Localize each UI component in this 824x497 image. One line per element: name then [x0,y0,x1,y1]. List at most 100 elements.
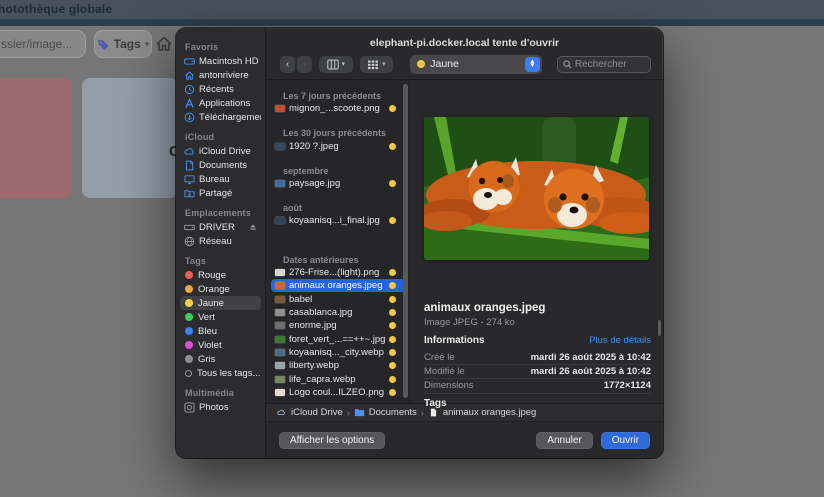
sidebar-section-multimedia: Multimédia Photos [176,388,265,414]
search-icon [563,60,572,69]
file-thumbnail [275,322,285,329]
file-row-babel[interactable]: babel [271,292,406,305]
select-stepper-icon: ▲▼ [525,57,540,72]
path-segment-label: Documents [369,407,417,418]
file-name: 1920 ?.jpeg [289,141,385,152]
preview-scrollbar[interactable] [658,320,661,336]
preview-file-meta: Image JPEG - 274 ko [424,317,651,328]
show-options-button[interactable]: Afficher les options [279,432,385,449]
sidebar-item-telechargemen[interactable]: Téléchargemen... [180,110,261,124]
file-thumbnail [275,217,285,224]
sidebar-section-title: Multimédia [176,388,265,400]
sidebar-section-title: iCloud [176,132,265,144]
file-thumbnail [275,376,285,383]
file-thumbnail [275,282,285,289]
forward-button[interactable]: › [297,56,312,73]
info-rows: Créé lemardi 26 août 2025 à 10:42Modifié… [424,350,651,392]
sidebar-item-partage[interactable]: Partagé [180,186,261,200]
file-row-koyaanisq-city-webp[interactable]: koyaanisq..._city.webp [271,346,406,359]
home-icon[interactable] [154,34,174,54]
column-view-button[interactable]: ▾ [319,56,353,73]
background-card-red [0,78,72,198]
sidebar-item-label: Tous les tags... [197,368,260,379]
more-details-link[interactable]: Plus de détails [589,335,651,346]
dialog-sidebar: FavorisMacintosh HDantonriviereRécentsAp… [176,28,266,458]
sidebar-item-recents[interactable]: Récents [180,82,261,96]
file-row-1920-jpeg[interactable]: 1920 ?.jpeg [271,139,406,152]
sidebar-item-bureau[interactable]: Bureau [180,172,261,186]
informations-label: Informations [424,335,485,346]
cancel-button[interactable]: Annuler [536,432,592,449]
tag-filter-select[interactable]: Jaune ▲▼ [410,55,542,74]
file-row-casablanca-jpg[interactable]: casablanca.jpg [271,306,406,319]
sidebar-item-tous-les-tags[interactable]: Tous les tags... [180,366,261,380]
sidebar-item-gris[interactable]: Gris [180,352,261,366]
sidebar-item-bleu[interactable]: Bleu [180,324,261,338]
background-card-light [82,78,178,198]
sidebar-item-documents[interactable]: Documents [180,158,261,172]
folder-path-input[interactable]: ssier/image... [0,30,86,58]
sidebar-item-applications[interactable]: Applications [180,96,261,110]
file-row-enorme-jpg[interactable]: enorme.jpg [271,319,406,332]
path-separator: › [347,408,350,418]
sidebar-section-icloud: iCloudiCloud DriveDocumentsBureauPartagé [176,132,265,200]
sidebar-item-macintosh-hd[interactable]: Macintosh HD [180,54,261,68]
sidebar-item-label: Téléchargemen... [199,112,261,123]
file-row-koyaanisq-i-final-jpg[interactable]: koyaanisq...i_final.jpg [271,214,406,227]
red-pandas-image [424,117,649,260]
sidebar-item-icloud-drive[interactable]: iCloud Drive [180,144,261,158]
sidebar-item-photos[interactable]: Photos [180,400,261,414]
yellow-tag-dot [389,389,396,396]
shared-folder-icon [184,188,195,199]
file-row-mignon-scoote-png[interactable]: mignon_...scoote.png [271,102,406,115]
sidebar-section-favoris: FavorisMacintosh HDantonriviereRécentsAp… [176,42,265,124]
info-value: mardi 26 août 2025 à 10:42 [531,366,651,377]
sidebar-item-antonriviere[interactable]: antonriviere [180,68,261,82]
sidebar-item-label: Bleu [198,326,217,337]
path-segment-icloud-drive[interactable]: iCloud Drive [276,407,343,418]
file-row-liberty-webp[interactable]: liberty.webp [271,359,406,372]
preview-pane: animaux oranges.jpeg Image JPEG - 274 ko… [409,80,663,403]
gris-tag-dot [185,355,193,363]
search-input[interactable] [575,59,645,70]
sidebar-item-label: Photos [199,402,229,413]
preview-file-name: animaux oranges.jpeg [424,302,651,314]
tags-filter-button[interactable]: Tags ▾ [94,30,152,58]
file-row-paysage-jpg[interactable]: paysage.jpg [271,177,406,190]
sidebar-item-driver[interactable]: DRIVER [180,220,261,234]
sidebar-item-reseau[interactable]: Réseau [180,234,261,248]
file-row-276-frise-light-png[interactable]: 276-Frise...(light).png [271,266,406,279]
sidebar-item-label: Orange [198,284,230,295]
info-row-modifie-le: Modifié lemardi 26 août 2025 à 10:42 [424,364,651,378]
sidebar-section-title: Favoris [176,42,265,54]
file-row-life-capra-webp[interactable]: life_capra.webp [271,373,406,386]
file-row-foret-vert-jpg[interactable]: foret_vert_...==++~.jpg [271,333,406,346]
yellow-tag-dot [389,296,396,303]
file-group-aout: aoûtkoyaanisq...i_final.jpg [266,203,409,227]
open-file-dialog: FavorisMacintosh HDantonriviereRécentsAp… [176,28,663,458]
open-button[interactable]: Ouvrir [601,432,650,449]
eject-icon[interactable] [249,223,257,231]
sidebar-item-vert[interactable]: Vert [180,310,261,324]
file-row-animaux-oranges-jpeg[interactable]: animaux oranges.jpeg [271,279,406,292]
sidebar-item-violet[interactable]: Violet [180,338,261,352]
yellow-tag-dot [389,180,396,187]
file-row-logo-coul-ilzeo-png[interactable]: Logo coul...ILZEO.png [271,386,406,399]
file-group-les-7-jours-precedents: Les 7 jours précédentsmignon_...scoote.p… [266,91,409,115]
file-thumbnail [275,296,285,303]
cloud-icon [184,146,195,157]
back-button[interactable]: ‹ [280,56,295,73]
sidebar-item-jaune[interactable]: Jaune [180,296,261,310]
gallery-view-button[interactable]: ▾ [360,56,394,73]
info-label: Dimensions [424,380,474,391]
search-field[interactable] [557,56,651,73]
path-segment-documents[interactable]: Documents [354,407,417,418]
preview-image [424,117,649,260]
file-name: foret_vert_...==++~.jpg [289,334,385,345]
sidebar-item-orange[interactable]: Orange [180,282,261,296]
file-name: liberty.webp [289,360,385,371]
info-value: mardi 26 août 2025 à 10:42 [531,352,651,363]
list-scrollbar[interactable] [403,84,408,398]
vert-tag-dot [185,313,193,321]
sidebar-item-rouge[interactable]: Rouge [180,268,261,282]
